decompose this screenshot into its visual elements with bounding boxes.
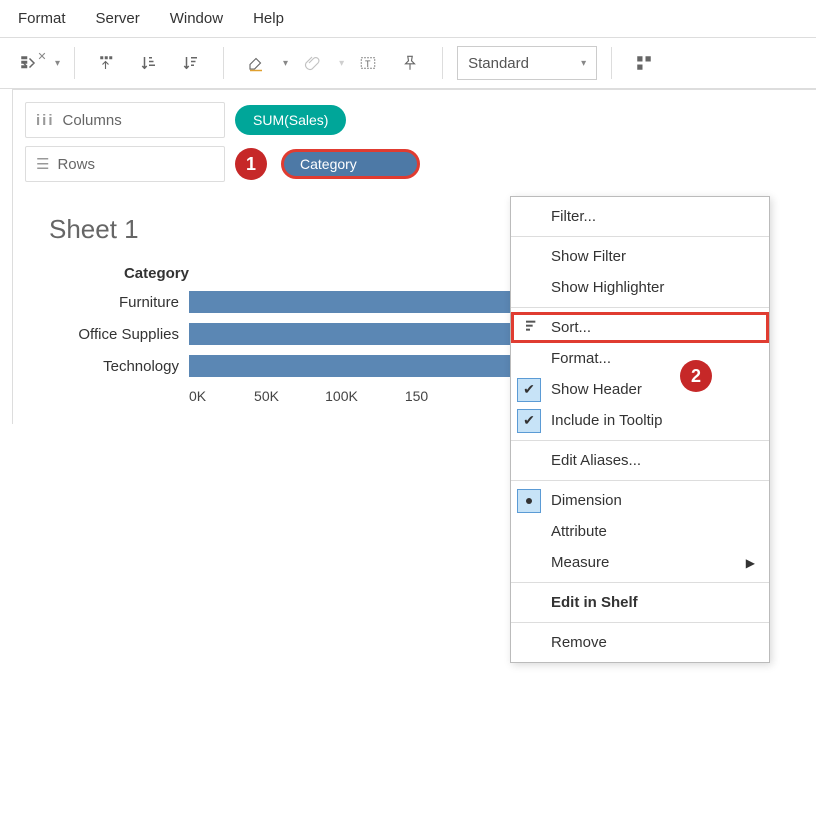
- rows-shelf-label: ☰ Rows: [25, 146, 225, 182]
- menu-measure[interactable]: Measure ▶: [511, 547, 769, 578]
- shelves-area: iii Columns SUM(Sales) ☰ Rows 1 Category: [12, 89, 816, 194]
- menu-measure-label: Measure: [551, 554, 609, 571]
- chevron-down-icon[interactable]: ▾: [283, 58, 288, 69]
- pill-category[interactable]: Category: [281, 149, 420, 179]
- menu-separator: [511, 622, 769, 623]
- sort-icon: [524, 318, 540, 338]
- annotation-2: 2: [680, 360, 712, 392]
- attach-icon[interactable]: [294, 46, 330, 80]
- highlight-icon[interactable]: [238, 46, 274, 80]
- sort-desc-icon[interactable]: [173, 46, 209, 80]
- menu-dimension[interactable]: Dimension: [511, 485, 769, 516]
- columns-icon: iii: [36, 112, 55, 129]
- toolbar-divider: [611, 47, 612, 79]
- chevron-down-icon: ▾: [581, 58, 586, 69]
- columns-shelf-label: iii Columns: [25, 102, 225, 138]
- bar-label[interactable]: Furniture: [49, 294, 189, 311]
- pill-sum-sales[interactable]: SUM(Sales): [235, 105, 346, 135]
- menu-remove[interactable]: Remove: [511, 627, 769, 658]
- fit-mode-select[interactable]: Standard ▾: [457, 46, 597, 80]
- menu-separator: [511, 582, 769, 583]
- menu-separator: [511, 236, 769, 237]
- toolbar-divider: [223, 47, 224, 79]
- chevron-down-icon[interactable]: ▾: [339, 58, 344, 69]
- menu-include-tooltip[interactable]: ✔ Include in Tooltip: [511, 405, 769, 436]
- annotation-1: 1: [235, 148, 267, 180]
- chevron-right-icon: ▶: [746, 556, 755, 570]
- menu-show-header[interactable]: ✔ Show Header: [511, 374, 769, 405]
- text-label-icon[interactable]: T: [350, 46, 386, 80]
- menu-edit-in-shelf[interactable]: Edit in Shelf: [511, 587, 769, 618]
- fit-mode-label: Standard: [468, 55, 529, 72]
- x-tick: 0K: [189, 388, 229, 404]
- swap-icon[interactable]: ✕: [10, 46, 46, 80]
- x-tick: 100K: [304, 388, 379, 404]
- chevron-down-icon[interactable]: ▾: [55, 58, 60, 69]
- menu-show-filter[interactable]: Show Filter: [511, 241, 769, 272]
- menu-help[interactable]: Help: [247, 6, 290, 31]
- menu-separator: [511, 480, 769, 481]
- pin-icon[interactable]: [392, 46, 428, 80]
- bar-label[interactable]: Technology: [49, 358, 189, 375]
- menu-show-highlighter[interactable]: Show Highlighter: [511, 272, 769, 303]
- toolbar-divider: [442, 47, 443, 79]
- menu-window[interactable]: Window: [164, 6, 229, 31]
- menu-include-tooltip-label: Include in Tooltip: [551, 412, 662, 429]
- menu-separator: [511, 440, 769, 441]
- menu-show-header-label: Show Header: [551, 381, 642, 398]
- menu-edit-aliases[interactable]: Edit Aliases...: [511, 445, 769, 476]
- columns-shelf[interactable]: iii Columns SUM(Sales): [25, 98, 804, 142]
- x-tick: 50K: [229, 388, 304, 404]
- toolbar-divider: [74, 47, 75, 79]
- menu-attribute[interactable]: Attribute: [511, 516, 769, 547]
- menu-filter[interactable]: Filter...: [511, 201, 769, 232]
- toolbar: ✕ ▾ ▾ ▾ T Standard ▾: [0, 38, 816, 89]
- x-tick: 150: [379, 388, 454, 404]
- show-me-icon[interactable]: [626, 46, 662, 80]
- sort-asc-icon[interactable]: [131, 46, 167, 80]
- menu-format[interactable]: Format...: [511, 343, 769, 374]
- checkmark-icon: ✔: [517, 378, 541, 402]
- context-menu: Filter... Show Filter Show Highlighter S…: [510, 196, 770, 663]
- menu-server[interactable]: Server: [90, 6, 146, 31]
- rows-icon: ☰: [36, 155, 49, 173]
- swap-rows-cols-icon[interactable]: [89, 46, 125, 80]
- menu-separator: [511, 307, 769, 308]
- columns-text: Columns: [63, 112, 122, 129]
- menu-sort[interactable]: Sort...: [511, 312, 769, 343]
- menu-sort-label: Sort...: [551, 319, 591, 336]
- app-menubar: Format Server Window Help: [0, 0, 816, 38]
- menu-format[interactable]: Format: [12, 6, 72, 31]
- checkmark-icon: ✔: [517, 409, 541, 433]
- svg-text:T: T: [365, 59, 371, 69]
- bar-label[interactable]: Office Supplies: [49, 326, 189, 343]
- radio-dot-icon: [517, 489, 541, 513]
- rows-text: Rows: [57, 156, 95, 173]
- y-axis-header[interactable]: Category: [49, 265, 189, 282]
- menu-dimension-label: Dimension: [551, 492, 622, 509]
- rows-shelf[interactable]: ☰ Rows 1 Category: [25, 142, 804, 186]
